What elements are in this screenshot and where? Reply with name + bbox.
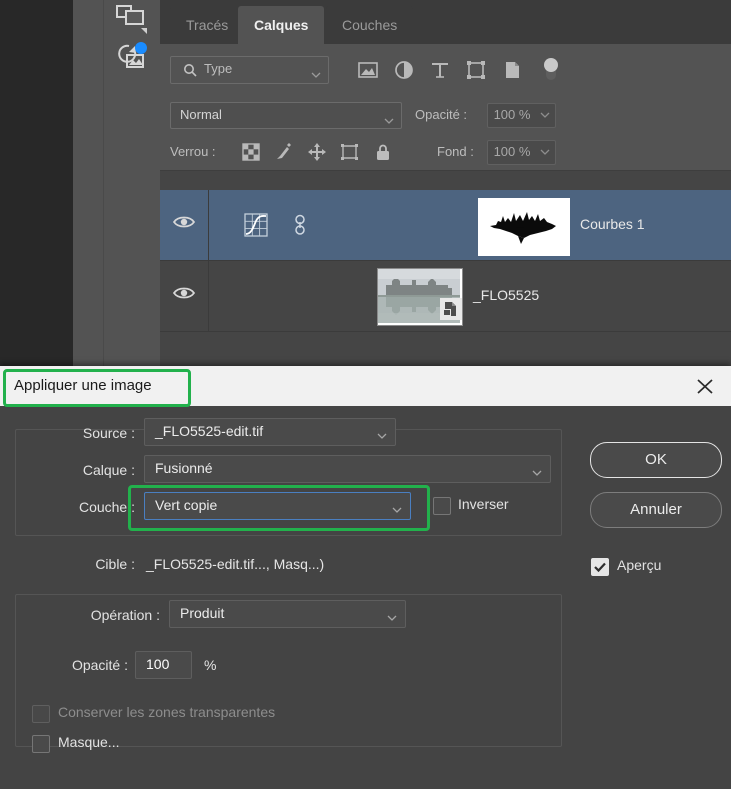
channel-value: Vert copie <box>155 497 218 513</box>
smart-object-filter-icon[interactable] <box>500 58 524 82</box>
lock-bar: Verrou : Fond : 100 % <box>160 133 731 171</box>
layer-fill-value: 100 % <box>493 144 531 159</box>
layer-value: Fusionné <box>155 460 213 476</box>
mask-label[interactable]: Masque... <box>58 734 119 750</box>
layer-name[interactable]: Courbes 1 <box>580 216 645 232</box>
rotate-image-tool[interactable] <box>111 38 151 74</box>
page-title: Appliquer une image <box>14 377 152 394</box>
layer-opacity-stepper[interactable] <box>535 103 556 128</box>
cancel-button[interactable]: Annuler <box>590 492 722 528</box>
layer-opacity-value: 100 % <box>493 107 531 122</box>
opacity-label: Opacité : <box>71 657 128 673</box>
panel-gutter <box>73 0 103 370</box>
operation-select[interactable]: Produit <box>169 600 406 628</box>
channel-label: Couche : <box>78 499 135 515</box>
search-icon <box>183 63 197 82</box>
eye-icon[interactable] <box>172 285 196 306</box>
shape-filter-icon[interactable] <box>464 58 488 82</box>
tab-traces[interactable]: Tracés <box>170 6 245 44</box>
chevron-down-icon <box>384 112 394 130</box>
layer-filter-type-value: Type <box>204 61 233 76</box>
dialog-title-bar: Appliquer une image <box>0 366 731 406</box>
target-label: Cible : <box>95 556 135 572</box>
lock-label: Verrou : <box>170 144 216 159</box>
layer-visibility-cell[interactable] <box>160 261 209 331</box>
source-value: _FLO5525-edit.tif <box>155 423 264 439</box>
ok-button-label: OK <box>645 451 667 468</box>
layer-select[interactable]: Fusionné <box>144 455 551 483</box>
lock-image-pixels-icon[interactable] <box>273 141 295 163</box>
blend-mode-value: Normal <box>180 107 222 122</box>
layer-name[interactable]: _FLO5525 <box>473 287 539 303</box>
opacity-unit: % <box>204 657 217 673</box>
layer-label: Calque : <box>82 462 135 478</box>
artboard-frame-tool[interactable] <box>111 2 151 38</box>
smart-object-badge-icon <box>440 298 462 325</box>
preview-label[interactable]: Aperçu <box>617 557 661 573</box>
curves-adjustment-icon[interactable] <box>243 212 269 243</box>
channel-select[interactable]: Vert copie <box>144 492 411 520</box>
close-icon[interactable] <box>689 372 721 400</box>
invert-label[interactable]: Inverser <box>458 496 509 512</box>
options-tool-strip <box>103 0 161 370</box>
table-row[interactable]: _FLO5525 <box>160 261 731 332</box>
operation-value: Produit <box>180 605 225 621</box>
tab-calques[interactable]: Calques <box>238 6 325 44</box>
chevron-down-icon <box>377 427 387 445</box>
table-row[interactable]: Courbes 1 <box>160 190 731 261</box>
lock-position-icon[interactable] <box>306 141 328 163</box>
opacity-label: Opacité : <box>415 107 468 122</box>
target-value: _FLO5525-edit.tif..., Masq...) <box>146 556 325 572</box>
tool-strip-divider <box>103 0 104 370</box>
chevron-down-icon <box>392 501 402 519</box>
preview-checkbox[interactable] <box>591 558 609 576</box>
blend-mode-bar: Normal Opacité : 100 % <box>160 96 731 133</box>
chevron-down-icon <box>311 66 321 84</box>
opacity-input[interactable]: 100 <box>135 651 192 679</box>
fill-label: Fond : <box>437 144 474 159</box>
text-filter-icon[interactable] <box>428 58 452 82</box>
document-canvas-area <box>0 0 73 370</box>
cancel-button-label: Annuler <box>630 501 682 518</box>
layer-fill-stepper[interactable] <box>535 140 556 165</box>
preserve-transparency-checkbox <box>32 705 50 723</box>
eye-icon[interactable] <box>172 214 196 235</box>
image-filter-icon[interactable] <box>356 58 380 82</box>
link-icon[interactable] <box>293 214 307 241</box>
adjustment-filter-icon[interactable] <box>392 58 416 82</box>
layer-thumbnail[interactable] <box>377 268 463 326</box>
layer-visibility-cell[interactable] <box>160 190 209 260</box>
preserve-transparency-label: Conserver les zones transparentes <box>58 704 276 720</box>
apply-image-dialog: Appliquer une image Source : _FLO5525-ed… <box>0 366 731 789</box>
tab-couches[interactable]: Couches <box>326 6 414 44</box>
ok-button[interactable]: OK <box>590 442 722 478</box>
invert-checkbox[interactable] <box>433 497 451 515</box>
operation-label: Opération : <box>90 607 160 623</box>
source-label: Source : <box>82 425 135 441</box>
panel-tab-bar: Tracés Calques Couches <box>160 0 731 45</box>
filter-toggle-switch[interactable] <box>542 56 566 80</box>
chevron-down-icon <box>387 609 397 627</box>
lock-artboard-nesting-icon[interactable] <box>339 141 361 163</box>
lock-transparent-pixels-icon[interactable] <box>240 141 262 163</box>
chevron-down-icon <box>532 464 542 482</box>
lock-all-icon[interactable] <box>372 141 394 163</box>
layer-mask-thumbnail[interactable] <box>478 198 570 256</box>
blend-mode-select[interactable]: Normal <box>170 102 402 129</box>
layer-fill-field[interactable]: 100 % <box>487 140 537 165</box>
mask-checkbox[interactable] <box>32 735 50 753</box>
layers-panel: Tracés Calques Couches Type Normal Opaci… <box>160 0 731 370</box>
layer-filter-type-select[interactable]: Type <box>170 56 329 84</box>
opacity-value: 100 <box>146 656 170 672</box>
layer-opacity-field[interactable]: 100 % <box>487 103 537 128</box>
layer-filter-bar: Type <box>160 44 731 97</box>
source-select[interactable]: _FLO5525-edit.tif <box>144 418 396 446</box>
